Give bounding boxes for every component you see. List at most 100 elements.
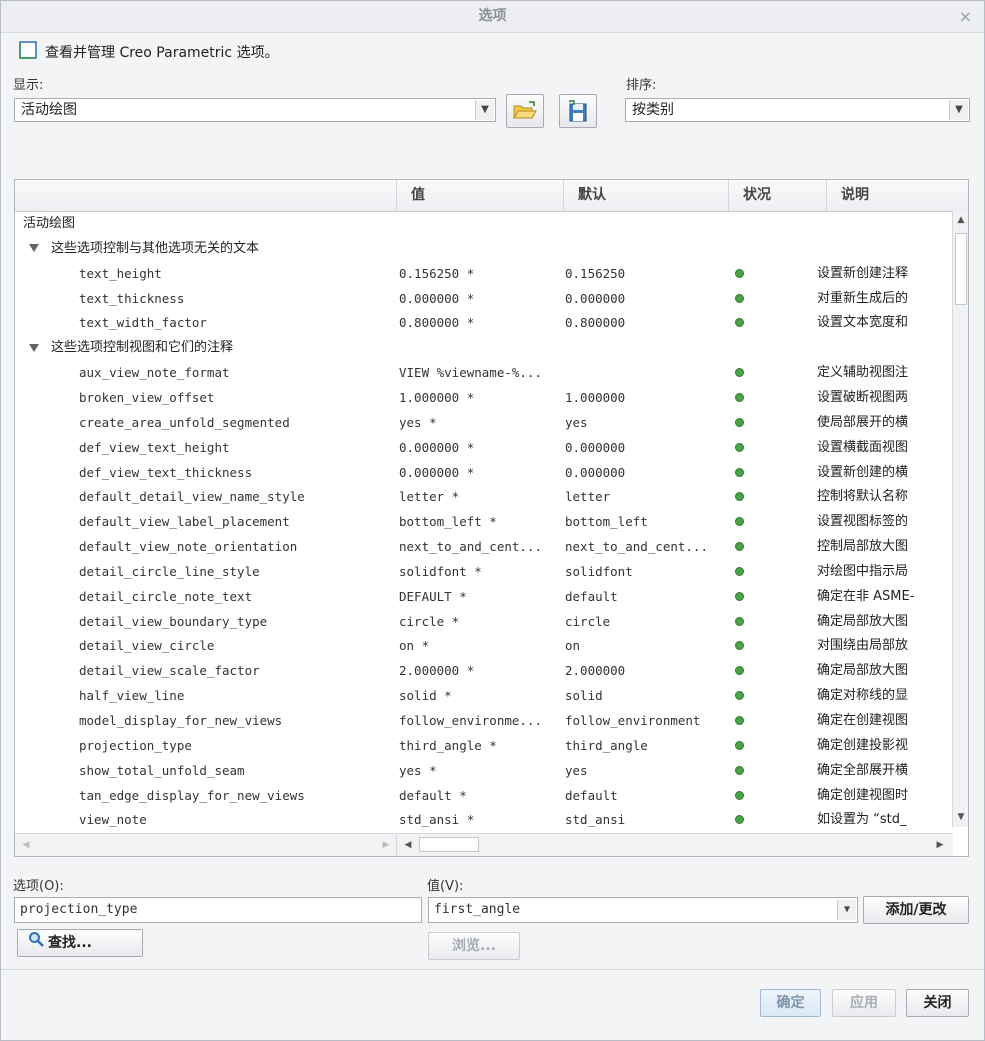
option-description: 确定创建视图时 — [817, 787, 909, 803]
close-button[interactable]: 关闭 — [906, 989, 969, 1017]
status-ok-icon — [735, 467, 744, 477]
column-header-description[interactable]: 说明 — [826, 180, 968, 211]
status-ok-icon — [735, 417, 744, 427]
category-row[interactable]: 这些选项控制视图和它们的注释 — [15, 335, 952, 360]
option-name: default_view_label_placement — [79, 514, 290, 530]
option-description: 设置新创建注释 — [817, 265, 909, 281]
option-description: 确定局部放大图 — [817, 613, 909, 629]
table-row[interactable]: model_display_for_new_views follow_enviro… — [15, 708, 952, 733]
search-icon — [28, 930, 44, 956]
horizontal-scroll-thumb[interactable] — [419, 837, 479, 852]
table-row[interactable]: create_area_unfold_segmented yes * yes 使局部展… — [15, 410, 952, 435]
table-row[interactable]: text_height 0.156250 * 0.156250 设置新创建注释 — [15, 261, 952, 286]
column-header-status[interactable]: 状况 — [728, 180, 826, 211]
table-row[interactable]: text_thickness 0.000000 * 0.000000 对重新生成后的 — [15, 286, 952, 311]
scroll-left-icon[interactable]: ◀ — [401, 838, 415, 852]
option-name: show_total_unfold_seam — [79, 762, 245, 778]
apply-button[interactable]: 应用 — [832, 989, 896, 1017]
option-description: 定义辅助视图注 — [817, 365, 909, 381]
option-default: yes — [565, 414, 588, 430]
sort-select[interactable]: 按类别 ▼ — [625, 98, 970, 122]
option-default: 1.000000 — [565, 389, 626, 405]
category-label: 这些选项控制与其他选项无关的文本 — [51, 240, 260, 256]
table-row[interactable]: detail_view_boundary_type circle * circle 确… — [15, 609, 952, 634]
column-header-value[interactable]: 值 — [396, 180, 563, 211]
open-options-button[interactable] — [506, 94, 544, 128]
scroll-up-icon[interactable]: ▲ — [954, 213, 968, 227]
option-default: solid — [565, 688, 603, 704]
table-row[interactable]: detail_view_scale_factor 2.000000 * 2.0000… — [15, 658, 952, 683]
display-label: 显示: — [13, 78, 44, 93]
horizontal-scrollbar[interactable]: ◀ ▶ — [396, 833, 953, 856]
table-row[interactable]: def_view_text_height 0.000000 * 0.000000 设置… — [15, 435, 952, 460]
table-row[interactable]: detail_circle_line_style solidfont * solid… — [15, 559, 952, 584]
option-default: next_to_and_cent... — [565, 539, 708, 555]
option-value: default * — [399, 787, 467, 803]
column-header-name[interactable] — [15, 180, 396, 211]
option-description: 确定对称线的显 — [817, 688, 909, 704]
scroll-down-icon[interactable]: ▼ — [954, 810, 968, 824]
expand-chevron-icon[interactable] — [29, 236, 49, 261]
scroll-right-icon[interactable]: ▶ — [933, 838, 947, 852]
root-row[interactable]: 活动绘图 — [15, 211, 952, 236]
category-row[interactable]: 这些选项控制与其他选项无关的文本 — [15, 236, 952, 261]
status-ok-icon — [735, 517, 744, 527]
table-row[interactable]: view_note std_ansi * std_ansi 如设置为 “std_ — [15, 807, 952, 832]
option-name: def_view_text_height — [79, 439, 230, 455]
vertical-scroll-thumb[interactable] — [955, 233, 967, 305]
display-select[interactable]: 活动绘图 ▼ — [14, 98, 496, 122]
option-default: solidfont — [565, 563, 633, 579]
status-ok-icon — [735, 392, 744, 402]
option-description: 确定在创建视图 — [817, 713, 909, 728]
table-row[interactable]: default_view_note_orientation next_to_and… — [15, 534, 952, 559]
table-row[interactable]: aux_view_note_format VIEW %viewname-%... 定… — [15, 360, 952, 385]
status-ok-icon — [735, 368, 744, 378]
column-header-default[interactable]: 默认 — [563, 180, 728, 211]
value-select-value: first_angle — [434, 902, 521, 917]
option-default: default — [565, 787, 618, 803]
option-input[interactable]: projection_type — [14, 897, 422, 923]
table-row[interactable]: detail_circle_note_text DEFAULT * default 确… — [15, 584, 952, 609]
option-value: 0.000000 * — [399, 439, 475, 455]
table-row[interactable]: text_width_factor 0.800000 * 0.800000 设置文本宽… — [15, 310, 952, 335]
option-field-label: 选项(O): — [13, 879, 64, 894]
chevron-down-icon[interactable]: ▼ — [949, 100, 968, 120]
browse-button[interactable]: 浏览... — [428, 932, 520, 960]
close-icon[interactable]: × — [959, 1, 972, 32]
table-row[interactable]: projection_type third_angle * third_angle 确… — [15, 733, 952, 758]
table-row[interactable]: def_view_text_thickness 0.000000 * 0.00000… — [15, 460, 952, 485]
option-description: 对重新生成后的 — [817, 290, 909, 306]
option-value: follow_environme... — [399, 713, 542, 728]
save-options-button[interactable] — [559, 94, 597, 128]
vertical-scrollbar[interactable]: ▲ ▼ — [952, 211, 968, 827]
table-row[interactable]: default_view_label_placement bottom_left … — [15, 509, 952, 534]
find-button[interactable]: 查找... — [17, 929, 143, 957]
option-description: 确定局部放大图 — [817, 663, 909, 679]
name-column-horizontal-scrollbar[interactable]: ◀ ▶ — [15, 833, 396, 856]
chevron-down-icon[interactable]: ▼ — [475, 100, 494, 120]
status-ok-icon — [735, 790, 744, 800]
table-row[interactable]: half_view_line solid * solid 确定对称线的显 — [15, 683, 952, 708]
options-info-icon — [19, 41, 37, 59]
option-default: yes — [565, 762, 588, 778]
expand-chevron-icon[interactable] — [29, 335, 49, 360]
option-name: detail_circle_line_style — [79, 563, 260, 579]
scroll-right-icon[interactable]: ▶ — [379, 838, 393, 852]
status-ok-icon — [735, 542, 744, 552]
table-row[interactable]: tan_edge_display_for_new_views default * d… — [15, 783, 952, 808]
scroll-left-icon[interactable]: ◀ — [19, 838, 33, 852]
sort-label: 排序: — [626, 78, 657, 93]
table-row[interactable]: default_detail_view_name_style letter * le… — [15, 484, 952, 509]
value-select[interactable]: first_angle ▼ — [428, 897, 858, 923]
chevron-down-icon[interactable]: ▼ — [837, 900, 856, 920]
table-row[interactable]: broken_view_offset 1.000000 * 1.000000 设置破断… — [15, 385, 952, 410]
add-change-button[interactable]: 添加/更改 — [863, 896, 969, 924]
option-default: circle — [565, 613, 611, 629]
option-value: third_angle * — [399, 737, 497, 753]
table-row[interactable]: detail_view_circle on * on 对围绕由局部放 — [15, 633, 952, 658]
option-default: letter — [565, 489, 611, 505]
ok-button[interactable]: 确定 — [760, 989, 821, 1017]
table-row[interactable]: show_total_unfold_seam yes * yes 确定全部展开横 — [15, 758, 952, 783]
value-field-label: 值(V): — [427, 879, 464, 894]
option-value: solid * — [399, 688, 452, 704]
